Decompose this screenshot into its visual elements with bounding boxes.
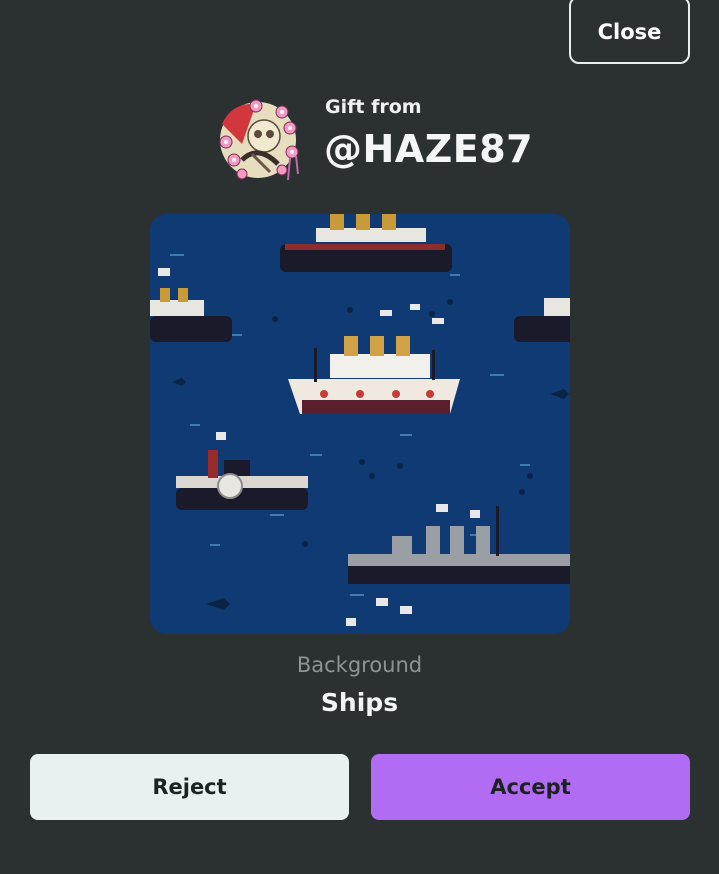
gift-header: Gift from @HAZE87 xyxy=(212,94,534,186)
accept-button[interactable]: Accept xyxy=(371,754,690,820)
gift-from-label: Gift from xyxy=(325,96,422,118)
floral-skull-avatar-icon xyxy=(219,99,299,181)
sender-avatar xyxy=(212,94,304,186)
sender-username: @HAZE87 xyxy=(324,127,534,171)
item-type-label: Background xyxy=(296,653,423,677)
background-preview xyxy=(150,214,570,634)
item-name: Ships xyxy=(320,688,399,717)
reject-button[interactable]: Reject xyxy=(30,754,349,820)
ships-pattern-icon xyxy=(150,214,570,634)
close-button[interactable]: Close xyxy=(569,0,690,64)
